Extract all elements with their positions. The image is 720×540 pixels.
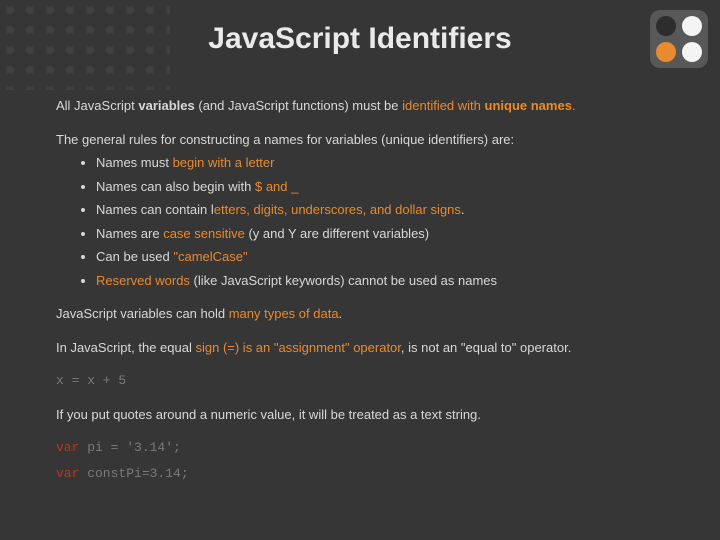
text-highlight: case sensitive <box>163 226 245 241</box>
text: JavaScript variables can hold <box>56 306 229 321</box>
code-keyword: var <box>56 440 79 455</box>
code-example-1: x = x + 5 <box>56 371 664 391</box>
text-highlight: sign (=) is an "assignment" operator <box>195 340 400 355</box>
text: (and JavaScript functions) must be <box>195 98 402 113</box>
text: , is not an "equal to" operator. <box>401 340 571 355</box>
list-item: Names can contain letters, digits, under… <box>96 200 664 220</box>
list-item: Names can also begin with $ and _ <box>96 177 664 197</box>
rules-intro: The general rules for constructing a nam… <box>56 130 664 150</box>
code-text: pi = '3.14'; <box>79 440 180 455</box>
code-example-3: var constPi=3.14; <box>56 464 664 484</box>
text: Names are <box>96 226 163 241</box>
quotes-paragraph: If you put quotes around a numeric value… <box>56 405 664 425</box>
page-title: JavaScript Identifiers <box>0 22 720 56</box>
list-item: Can be used "camelCase" <box>96 247 664 267</box>
text: (like JavaScript keywords) cannot be use… <box>190 273 497 288</box>
content: All JavaScript variables (and JavaScript… <box>56 96 664 497</box>
list-item: Names are case sensitive (y and Y are di… <box>96 224 664 244</box>
text: Names can also begin with <box>96 179 255 194</box>
data-types-paragraph: JavaScript variables can hold many types… <box>56 304 664 324</box>
text-highlight: "camelCase" <box>173 249 247 264</box>
rules-list: Names must begin with a letter Names can… <box>56 153 664 290</box>
text-highlight: . <box>572 98 576 113</box>
text-highlight: etters, digits, underscores, and dollar … <box>214 202 461 217</box>
code-text: constPi=3.14; <box>79 466 188 481</box>
intro-paragraph: All JavaScript variables (and JavaScript… <box>56 96 664 116</box>
text: (y and Y are different variables) <box>245 226 429 241</box>
text-highlight: Reserved words <box>96 273 190 288</box>
text-highlight: with <box>454 98 484 113</box>
text: Names must <box>96 155 173 170</box>
code-example-2: var pi = '3.14'; <box>56 438 664 458</box>
text: In JavaScript, the equal <box>56 340 195 355</box>
list-item: Reserved words (like JavaScript keywords… <box>96 271 664 291</box>
text: All JavaScript <box>56 98 138 113</box>
text: Can be used <box>96 249 173 264</box>
code-keyword: var <box>56 466 79 481</box>
text: . <box>339 306 343 321</box>
assignment-paragraph: In JavaScript, the equal sign (=) is an … <box>56 338 664 358</box>
text: Names can contain l <box>96 202 214 217</box>
text-bold: variables <box>138 98 194 113</box>
text-highlight-bold: unique names <box>485 98 572 113</box>
text: . <box>461 202 465 217</box>
text-highlight: many types of data <box>229 306 339 321</box>
text-highlight: identified <box>402 98 454 113</box>
text-highlight: $ and _ <box>255 179 298 194</box>
list-item: Names must begin with a letter <box>96 153 664 173</box>
text-highlight: begin with a letter <box>173 155 275 170</box>
